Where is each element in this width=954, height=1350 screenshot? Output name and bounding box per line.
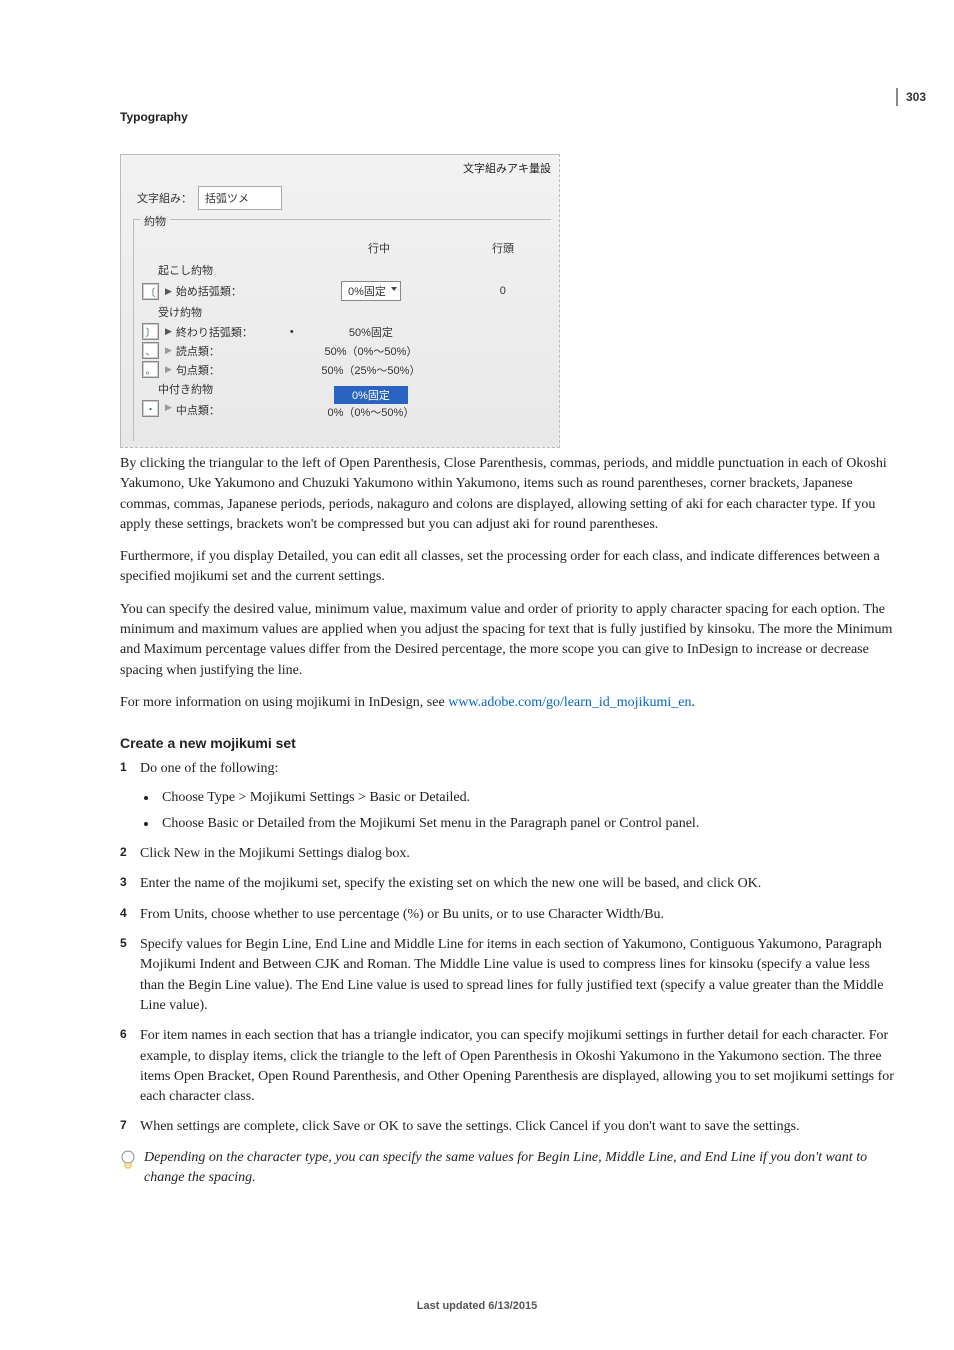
dialog-title: 文字組みアキ量設 [121, 155, 559, 181]
step-text: Do one of the following: [140, 761, 278, 776]
step-1: Do one of the following: Choose Type > M… [120, 759, 894, 834]
paragraph: By clicking the triangular to the left o… [120, 454, 894, 535]
page-number-box: 303 [896, 88, 932, 106]
footer-last-updated: Last updated 6/13/2015 [0, 1300, 954, 1312]
row-mid-value: 0%（0%～50%） [328, 407, 415, 419]
step-2: Click New in the Mojikumi Settings dialo… [120, 844, 894, 864]
group-okoshi: 起こし約物 [134, 260, 551, 280]
step-1-option: Choose Type > Mojikumi Settings > Basic … [158, 788, 894, 808]
mojikumi-help-link[interactable]: www.adobe.com/go/learn_id_mojikumi_en [448, 695, 691, 710]
steps-list: Do one of the following: Choose Type > M… [120, 759, 894, 1137]
col-end-header: 行頭 [454, 240, 518, 256]
glyph-icon: 〕 [142, 323, 159, 340]
tip-note: Depending on the character type, you can… [120, 1148, 894, 1189]
row-label: 句点類： [176, 362, 296, 378]
step-4: From Units, choose whether to use percen… [120, 905, 894, 925]
group-uke: 受け約物 [134, 302, 551, 322]
step-6: For item names in each section that has … [120, 1026, 894, 1107]
disclosure-triangle-icon[interactable]: ▶ [165, 402, 172, 413]
disclosure-triangle-icon[interactable]: ▶ [165, 345, 172, 356]
lightbulb-icon [120, 1150, 136, 1189]
value-dropdown[interactable]: 0%固定 [341, 281, 401, 301]
step-5: Specify values for Begin Line, End Line … [120, 935, 894, 1016]
row-mid-value: 50%（0%～50%） [296, 343, 446, 359]
col-mid-header: 行中 [304, 240, 454, 256]
subheading: Create a new mojikumi set [120, 735, 894, 751]
paragraph: For more information on using mojikumi i… [120, 693, 894, 713]
row-end-value: 0 [446, 285, 510, 297]
row-label: 中点類： [176, 402, 296, 418]
paragraph: You can specify the desired value, minim… [120, 600, 894, 681]
glyph-icon: ・ [142, 400, 159, 417]
step-7: When settings are complete, click Save o… [120, 1117, 894, 1137]
running-header: Typography [120, 110, 894, 124]
fieldset-legend: 約物 [140, 216, 170, 228]
page-number: 303 [906, 90, 926, 104]
row-label: 読点類： [176, 343, 296, 359]
row-label: 始め括弧類： [176, 283, 296, 299]
paragraph: Furthermore, if you display Detailed, yo… [120, 547, 894, 588]
row-mid-value: 50%固定 [349, 327, 393, 339]
glyph-icon: 。 [142, 361, 159, 378]
text: . [691, 695, 695, 710]
glyph-icon: 、 [142, 342, 159, 359]
set-dropdown[interactable]: 括弧ツメ [198, 186, 282, 210]
row-mid-value: 50%（25%～50%） [296, 362, 446, 378]
glyph-icon: 〔 [142, 283, 159, 300]
row-label: 終わり括弧類： [176, 324, 296, 340]
mojikumi-dialog-screenshot: 文字組みアキ量設 文字組み： 括弧ツメ 約物 行中 行頭 起こし約物 〔 ▶ 始… [120, 154, 560, 448]
set-label: 文字組み： [137, 190, 192, 206]
disclosure-triangle-icon[interactable]: ▶ [165, 326, 172, 337]
disclosure-triangle-icon[interactable]: ▶ [165, 286, 172, 297]
step-1-option: Choose Basic or Detailed from the Mojiku… [158, 814, 894, 834]
tip-text: Depending on the character type, you can… [144, 1148, 894, 1189]
text: For more information on using mojikumi i… [120, 695, 448, 710]
disclosure-triangle-icon[interactable]: ▶ [165, 364, 172, 375]
step-3: Enter the name of the mojikumi set, spec… [120, 874, 894, 894]
row-mid-selected[interactable]: 0%固定 [334, 386, 408, 404]
